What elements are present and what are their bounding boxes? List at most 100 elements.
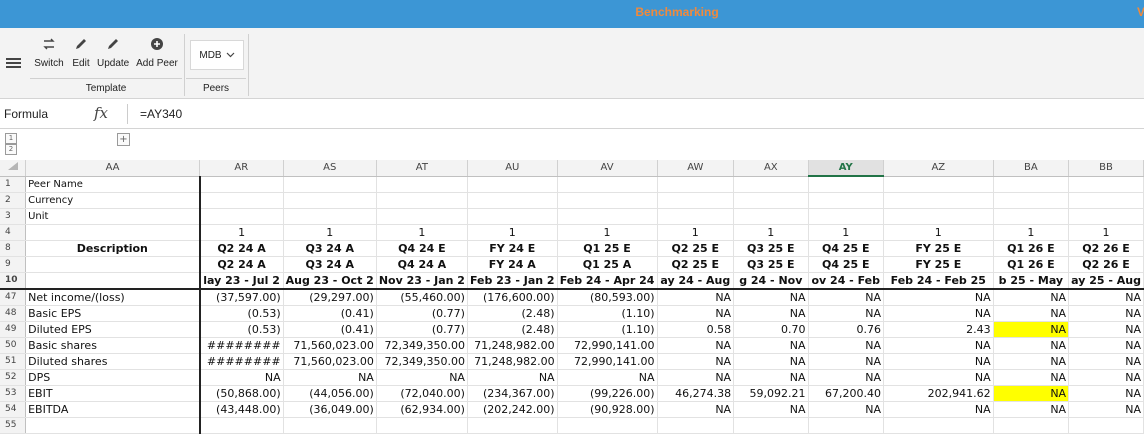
- data-cell[interactable]: [557, 192, 658, 209]
- data-cell[interactable]: NA: [1068, 353, 1144, 370]
- data-cell[interactable]: [376, 417, 468, 434]
- column-header[interactable]: AY: [808, 160, 884, 177]
- data-cell[interactable]: 202,941.62: [883, 385, 994, 402]
- data-cell[interactable]: [883, 417, 994, 434]
- data-cell[interactable]: 1: [1068, 224, 1144, 241]
- data-cell[interactable]: [993, 417, 1070, 434]
- data-cell[interactable]: NA: [1068, 369, 1144, 386]
- data-cell[interactable]: Q3 24 A: [283, 240, 377, 257]
- description-cell[interactable]: Net income/(loss): [25, 288, 201, 306]
- data-cell[interactable]: [283, 192, 377, 209]
- data-cell[interactable]: [283, 176, 377, 193]
- data-cell[interactable]: [1068, 176, 1144, 193]
- data-cell[interactable]: 71,560,023.00: [283, 337, 377, 354]
- row-header[interactable]: 9: [0, 256, 27, 273]
- data-cell[interactable]: (0.77): [376, 321, 468, 338]
- data-cell[interactable]: [733, 192, 809, 209]
- row-header[interactable]: 51: [0, 353, 27, 370]
- data-cell[interactable]: (50,868.00): [199, 385, 284, 402]
- expand-group-button[interactable]: +: [117, 133, 130, 146]
- data-cell[interactable]: (80,593.00): [557, 288, 658, 306]
- data-cell[interactable]: Q3 24 A: [283, 256, 377, 273]
- data-cell[interactable]: [199, 176, 284, 193]
- data-cell[interactable]: [808, 192, 884, 209]
- data-cell[interactable]: NA: [993, 353, 1070, 370]
- data-cell[interactable]: (1.10): [557, 321, 658, 338]
- data-cell[interactable]: NA: [993, 369, 1070, 386]
- data-cell[interactable]: (0.41): [283, 305, 377, 322]
- data-cell[interactable]: b 25 - May: [993, 272, 1070, 290]
- data-cell[interactable]: NA: [993, 385, 1070, 402]
- data-cell[interactable]: NA: [883, 369, 994, 386]
- data-cell[interactable]: Q4 24 E: [376, 240, 468, 257]
- data-cell[interactable]: NA: [1068, 385, 1144, 402]
- data-cell[interactable]: Q2 25 E: [657, 256, 735, 273]
- data-cell[interactable]: (2.48): [467, 305, 558, 322]
- data-cell[interactable]: NA: [808, 369, 884, 386]
- row-header[interactable]: 50: [0, 337, 27, 354]
- data-cell[interactable]: FY 25 E: [883, 256, 994, 273]
- column-header[interactable]: AZ: [883, 160, 994, 177]
- data-cell[interactable]: Q2 24 A: [199, 256, 284, 273]
- data-cell[interactable]: NA: [1068, 337, 1144, 354]
- data-cell[interactable]: 1: [557, 224, 658, 241]
- data-cell[interactable]: FY 24 A: [467, 256, 558, 273]
- data-cell[interactable]: 72,349,350.00: [376, 337, 468, 354]
- description-cell[interactable]: DPS: [25, 369, 201, 386]
- column-header[interactable]: BB: [1068, 160, 1144, 177]
- row-header[interactable]: 48: [0, 305, 27, 322]
- data-cell[interactable]: NA: [808, 353, 884, 370]
- description-cell[interactable]: [25, 224, 201, 241]
- data-cell[interactable]: NA: [733, 288, 809, 306]
- data-cell[interactable]: [993, 192, 1070, 209]
- data-cell[interactable]: [467, 176, 558, 193]
- data-cell[interactable]: [808, 208, 884, 225]
- row-header[interactable]: 47: [0, 288, 27, 306]
- description-cell[interactable]: Description: [25, 240, 201, 257]
- data-cell[interactable]: [733, 417, 809, 434]
- outline-level-1-button[interactable]: 1: [5, 133, 17, 144]
- column-header[interactable]: AU: [467, 160, 558, 177]
- data-cell[interactable]: [557, 417, 658, 434]
- data-cell[interactable]: NA: [376, 369, 468, 386]
- data-cell[interactable]: 0.70: [733, 321, 809, 338]
- data-cell[interactable]: NA: [733, 337, 809, 354]
- data-cell[interactable]: [883, 208, 994, 225]
- data-cell[interactable]: (99,226.00): [557, 385, 658, 402]
- data-cell[interactable]: Q4 25 E: [808, 240, 884, 257]
- data-cell[interactable]: [283, 208, 377, 225]
- data-cell[interactable]: (1.10): [557, 305, 658, 322]
- data-cell[interactable]: [733, 208, 809, 225]
- column-header[interactable]: AS: [283, 160, 377, 177]
- data-cell[interactable]: (55,460.00): [376, 288, 468, 306]
- data-cell[interactable]: Q1 26 E: [993, 240, 1070, 257]
- row-header[interactable]: 10: [0, 272, 27, 290]
- data-cell[interactable]: NA: [808, 337, 884, 354]
- data-cell[interactable]: Q1 25 A: [557, 256, 658, 273]
- switch-button[interactable]: Switch: [33, 34, 65, 69]
- data-cell[interactable]: Q2 26 E: [1068, 240, 1144, 257]
- data-cell[interactable]: [657, 176, 735, 193]
- data-cell[interactable]: [993, 208, 1070, 225]
- data-cell[interactable]: 1: [657, 224, 735, 241]
- row-header[interactable]: 2: [0, 192, 27, 209]
- data-cell[interactable]: 71,248,982.00: [467, 353, 558, 370]
- hamburger-menu-icon[interactable]: [6, 58, 21, 69]
- name-box[interactable]: Formula: [4, 107, 48, 121]
- data-cell[interactable]: (0.77): [376, 305, 468, 322]
- column-header[interactable]: AR: [199, 160, 284, 177]
- data-cell[interactable]: (0.53): [199, 321, 284, 338]
- data-cell[interactable]: [733, 176, 809, 193]
- data-cell[interactable]: FY 24 E: [467, 240, 558, 257]
- data-cell[interactable]: 72,990,141.00: [557, 353, 658, 370]
- data-cell[interactable]: 1: [883, 224, 994, 241]
- data-cell[interactable]: (0.53): [199, 305, 284, 322]
- data-cell[interactable]: [376, 192, 468, 209]
- data-cell[interactable]: [808, 417, 884, 434]
- data-cell[interactable]: (72,040.00): [376, 385, 468, 402]
- data-cell[interactable]: 1: [808, 224, 884, 241]
- outline-level-2-button[interactable]: 2: [5, 144, 17, 155]
- row-header[interactable]: 4: [0, 224, 27, 241]
- update-button[interactable]: Update: [97, 34, 129, 69]
- data-cell[interactable]: Feb 24 - Feb 25: [883, 272, 994, 290]
